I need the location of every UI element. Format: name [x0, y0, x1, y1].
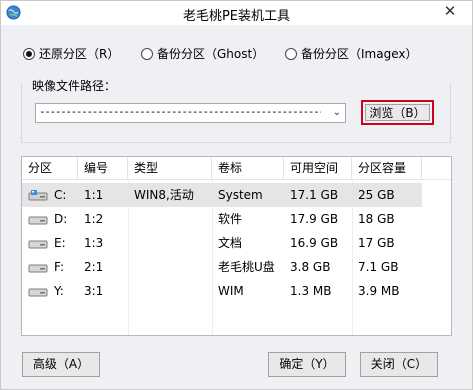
- browse-button[interactable]: 浏览（B）: [361, 100, 434, 125]
- cell-size: 17 GB: [358, 236, 395, 250]
- restore-partition-radio[interactable]: 还原分区（R）: [23, 45, 119, 62]
- cell-size: 18 GB: [358, 212, 395, 226]
- chevron-down-icon[interactable]: ⌄: [333, 107, 341, 118]
- column-header-partition[interactable]: 分区: [22, 157, 78, 180]
- table-row[interactable]: D: 1:2 软件 17.9 GB 18 GB: [22, 207, 422, 231]
- radio-dot: [141, 47, 153, 60]
- column-header-type[interactable]: 类型: [128, 157, 212, 180]
- window-title: 老毛桃PE装机工具: [182, 9, 291, 24]
- cell-free: 17.1 GB: [290, 188, 339, 202]
- cell-free: 16.9 GB: [290, 236, 339, 250]
- cell-size: 3.9 MB: [358, 284, 400, 298]
- cell-drive: F:: [54, 260, 65, 274]
- cell-type: [128, 231, 212, 255]
- cell-label: 老毛桃U盘: [218, 260, 275, 274]
- cell-number: 1:2: [84, 212, 104, 226]
- cell-type: WIN8,活动: [134, 188, 194, 202]
- cell-type: [128, 279, 212, 303]
- cell-size: 7.1 GB: [358, 260, 399, 274]
- table-header: 分区 编号 类型 卷标 可用空间 分区容量: [22, 157, 451, 180]
- restore-partition-label: 还原分区（R）: [39, 47, 120, 61]
- cell-type: [128, 207, 212, 231]
- browse-button-label: 浏览（B）: [365, 104, 430, 121]
- backup-imagex-label: 备份分区（Imagex）: [301, 47, 418, 61]
- close-button[interactable]: 关闭（C）: [360, 352, 438, 377]
- table-row[interactable]: C: 1:1 WIN8,活动 System 17.1 GB 25 GB: [22, 183, 422, 207]
- column-header-size[interactable]: 分区容量: [352, 157, 422, 180]
- radio-dot-checked: [23, 47, 35, 60]
- backup-ghost-radio[interactable]: 备份分区（Ghost）: [141, 45, 264, 62]
- cell-label: System: [218, 188, 263, 202]
- drive-icon: [28, 288, 48, 297]
- image-path-label: 映像文件路径：: [29, 77, 120, 94]
- image-path-value: ----------------------------------------…: [39, 105, 321, 118]
- backup-imagex-radio[interactable]: 备份分区（Imagex）: [285, 45, 417, 62]
- cell-label: WIM: [218, 284, 244, 298]
- column-header-number[interactable]: 编号: [78, 157, 128, 180]
- cell-free: 3.8 GB: [290, 260, 331, 274]
- cell-drive: C:: [54, 188, 67, 202]
- cell-drive: D:: [54, 212, 68, 226]
- cell-drive: Y:: [54, 284, 64, 298]
- backup-ghost-label: 备份分区（Ghost）: [157, 47, 265, 61]
- cell-number: 3:1: [84, 284, 104, 298]
- column-header-free[interactable]: 可用空间: [284, 157, 352, 180]
- cell-drive: E:: [54, 236, 66, 250]
- cell-free: 1.3 MB: [290, 284, 332, 298]
- cell-number: 2:1: [84, 260, 104, 274]
- image-path-select[interactable]: ----------------------------------------…: [35, 103, 346, 123]
- ok-button[interactable]: 确定（Y）: [268, 352, 346, 377]
- table-row[interactable]: E: 1:3 文档 16.9 GB 17 GB: [22, 231, 422, 255]
- windows-drive-icon: [28, 190, 48, 201]
- advanced-button[interactable]: 高级（A）: [22, 352, 100, 377]
- cell-label: 文档: [218, 236, 243, 250]
- cell-size: 25 GB: [358, 188, 395, 202]
- column-header-label[interactable]: 卷标: [212, 157, 284, 180]
- cell-number: 1:3: [84, 236, 104, 250]
- title-bar[interactable]: 老毛桃PE装机工具 ✕: [1, 1, 472, 25]
- radio-dot: [285, 47, 297, 60]
- drive-icon: [28, 264, 48, 273]
- drive-icon: [28, 240, 48, 249]
- drive-icon: [28, 216, 48, 225]
- table-row[interactable]: Y: 3:1 WIM 1.3 MB 3.9 MB: [22, 279, 422, 303]
- table-row[interactable]: F: 2:1 老毛桃U盘 3.8 GB 7.1 GB: [22, 255, 422, 279]
- cell-number: 1:1: [84, 188, 104, 202]
- cell-label: 软件: [218, 212, 243, 226]
- cell-type: [128, 255, 212, 279]
- close-icon[interactable]: ✕: [428, 1, 472, 23]
- partition-table: 分区 编号 类型 卷标 可用空间 分区容量 C: 1:1 WIN8,活动 Sys…: [21, 156, 452, 336]
- cell-free: 17.9 GB: [290, 212, 339, 226]
- app-window: 老毛桃PE装机工具 ✕ 还原分区（R） 备份分区（Ghost） 备份分区（Ima…: [0, 0, 473, 390]
